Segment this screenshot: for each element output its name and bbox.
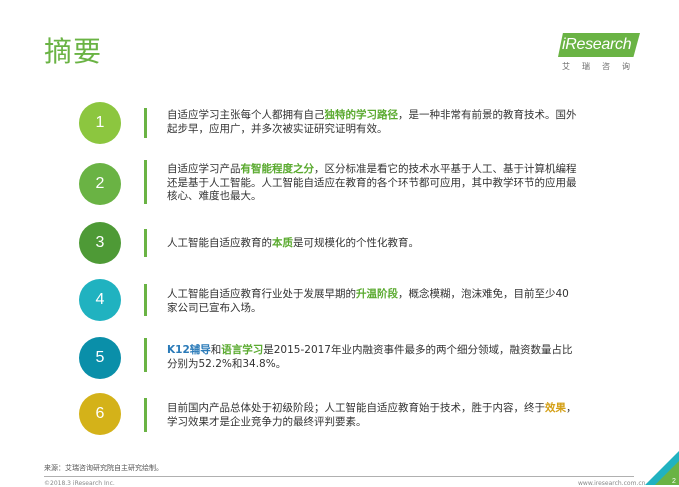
page-corner-decoration: 2: [645, 451, 679, 485]
logo-subtitle: 艾瑞咨询: [562, 62, 642, 71]
item-text: 人工智能自适应教育的本质是可规模化的个性化教育。: [167, 237, 419, 249]
logo-text: iResearch: [562, 36, 632, 53]
page-title: 摘要: [44, 35, 103, 68]
item-divider-bar: [144, 108, 147, 138]
footer-divider: [44, 476, 634, 477]
iresearch-logo: iResearch 艾瑞咨询: [556, 33, 646, 73]
item-number-circle: 5: [79, 337, 121, 379]
item-text: 目前国内产品总体处于初级阶段；人工智能自适应教育始于技术，胜于内容，终于效果，学…: [167, 402, 577, 428]
item-number-circle: 2: [79, 163, 121, 205]
item-text: 自适应学习主张每个人都拥有自己独特的学习路径，是一种非常有前景的教育技术。国外起…: [167, 109, 577, 135]
item-number-circle: 6: [79, 393, 121, 435]
item-divider-bar: [144, 284, 147, 316]
item-number-circle: 1: [79, 102, 121, 144]
item-text: 自适应学习产品有智能程度之分，区分标准是看它的技术水平基于人工、基于计算机编程还…: [167, 163, 577, 202]
item-divider-bar: [144, 229, 147, 257]
source-note: 来源：艾瑞咨询研究院自主研究绘制。: [44, 464, 163, 472]
summary-item-4: 4 人工智能自适应教育行业处于发展早期的升温阶段，概念模糊，泡沫难免，目前至少4…: [0, 272, 679, 328]
item-divider-bar: [144, 398, 147, 432]
item-text: K12辅导和语言学习是2015-2017年业内融资事件最多的两个细分领域，融资数…: [167, 344, 573, 370]
summary-item-5: 5 K12辅导和语言学习是2015-2017年业内融资事件最多的两个细分领域，融…: [0, 328, 679, 384]
website-text: www.iresearch.com.cn: [578, 480, 646, 487]
item-text: 人工智能自适应教育行业处于发展早期的升温阶段，概念模糊，泡沫难免，目前至少40家…: [167, 288, 569, 314]
summary-item-2: 2 自适应学习产品有智能程度之分，区分标准是看它的技术水平基于人工、基于计算机编…: [0, 155, 679, 211]
summary-item-1: 1 自适应学习主张每个人都拥有自己独特的学习路径，是一种非常有前景的教育技术。国…: [0, 96, 679, 152]
item-divider-bar: [144, 160, 147, 204]
item-divider-bar: [144, 338, 147, 372]
copyright-text: ©2018.3 iResearch Inc.: [44, 480, 115, 487]
page-number: 2: [672, 478, 676, 485]
item-number-circle: 3: [79, 222, 121, 264]
item-number-circle: 4: [79, 279, 121, 321]
summary-item-3: 3 人工智能自适应教育的本质是可规模化的个性化教育。: [0, 215, 679, 271]
summary-item-6: 6 目前国内产品总体处于初级阶段；人工智能自适应教育始于技术，胜于内容，终于效果…: [0, 386, 679, 442]
